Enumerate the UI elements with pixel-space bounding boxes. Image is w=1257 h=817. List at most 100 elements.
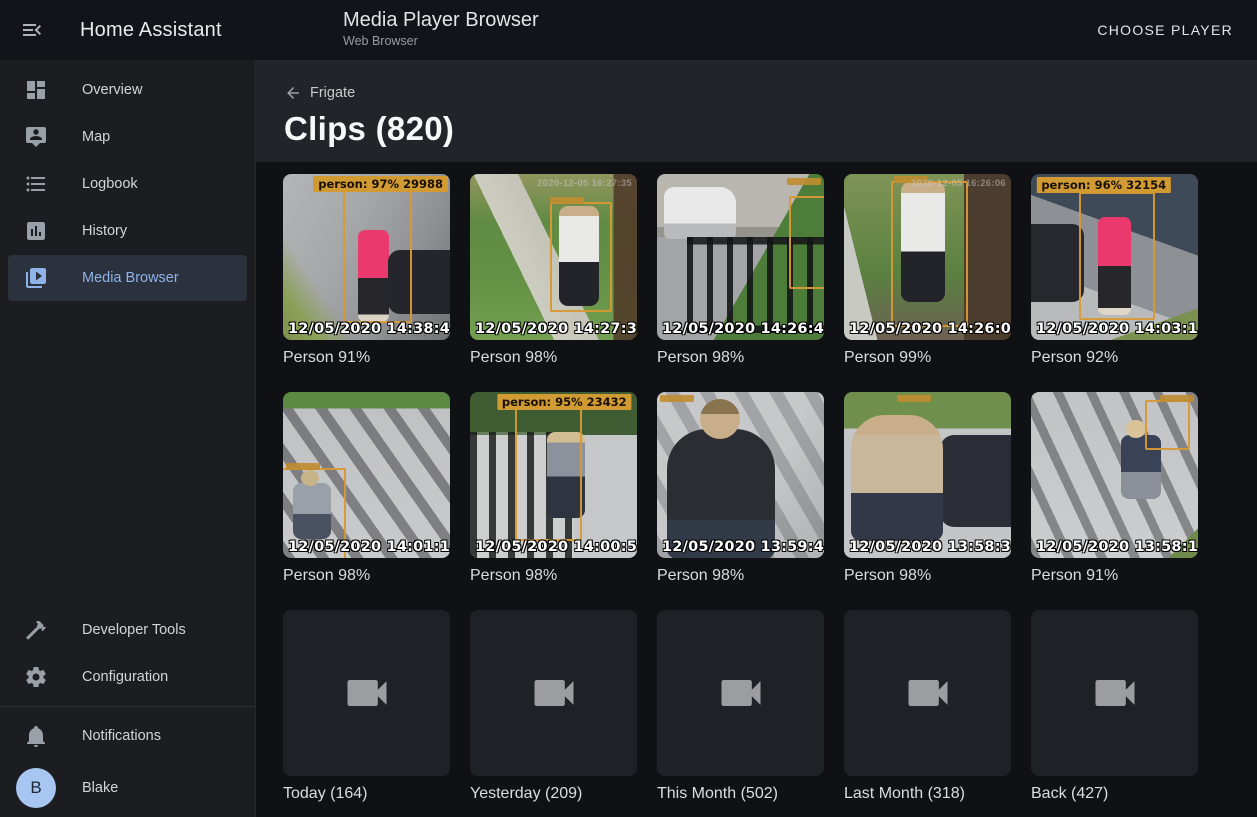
avatar: B [16,768,56,808]
sidebar-item-label: Notifications [82,728,161,744]
video-camera-icon [902,667,954,719]
folder-label: Back (427) [1031,785,1198,803]
clip-tile[interactable]: person: 96% 32154 12/05/2020 14:03:17 Pe… [1031,174,1198,367]
page-title: Clips (820) [284,110,1229,148]
clip-thumbnail: 2020-12-05 16:27:35 12/05/2020 14:27:35 [470,174,637,340]
folder-tile-back[interactable]: Back (427) [1031,610,1198,803]
user-name: Blake [82,780,118,796]
clip-thumbnail: person: 97% 29988 12/05/2020 14:38:47 [283,174,450,340]
clip-tile[interactable]: 2020-12-05 16:27:35 12/05/2020 14:27:35 … [470,174,637,367]
folder-tile-last-month[interactable]: Last Month (318) [844,610,1011,803]
clip-label: Person 98% [844,567,1011,585]
detection-bounding-box [550,202,612,312]
clip-thumbnail: person: 96% 32154 12/05/2020 14:03:17 [1031,174,1198,340]
clip-timestamp-overlay: 12/05/2020 14:26:48 [662,321,824,337]
detection-label-chip [286,463,320,470]
camera-timestamp: 2020-12-05 16:27:35 [537,178,632,189]
sidebar-item-history[interactable]: History [8,208,247,254]
sidebar-item-label: Overview [82,82,142,98]
detection-label-chip [787,178,821,185]
clip-label: Person 98% [470,349,637,367]
clip-label: Person 98% [470,567,637,585]
folder-thumbnail [283,610,450,776]
clip-thumbnail: 12/05/2020 13:58:17 [1031,392,1198,558]
choose-player-button[interactable]: CHOOSE PLAYER [1089,0,1241,60]
sidebar-item-developer-tools[interactable]: Developer Tools [8,607,247,653]
clip-tile[interactable]: 12/05/2020 14:26:48 Person 98% [657,174,824,367]
sidebar-item-media-browser[interactable]: Media Browser [8,255,247,301]
clip-label: Person 91% [1031,567,1198,585]
sidebar-footer: Developer Tools Configuration Notificati… [0,606,255,817]
clip-timestamp-overlay: 12/05/2020 14:38:47 [288,321,450,337]
app-title: Home Assistant [80,19,222,42]
sidebar-item-label: Media Browser [82,270,179,286]
panel-subtitle: Web Browser [343,34,539,48]
detection-label-chip [897,395,931,402]
arrow-left-icon [284,84,302,102]
clip-thumbnail: 12/05/2020 14:26:48 [657,174,824,340]
clip-thumbnail: 12/05/2020 13:59:49 [657,392,824,558]
detection-label-chip: person: 96% 32154 [1036,177,1171,193]
clip-tile[interactable]: 2020-12-05 16:26:06 12/05/2020 14:26:07 … [844,174,1011,367]
sidebar-item-notifications[interactable]: Notifications [8,713,247,759]
sidebar-item-map[interactable]: Map [8,114,247,160]
detection-label-chip [660,395,694,402]
clips-grid: person: 97% 29988 12/05/2020 14:38:47 Pe… [256,162,1257,817]
clip-thumbnail: 12/05/2020 13:58:30 [844,392,1011,558]
sidebar-item-label: Logbook [82,176,138,192]
clip-timestamp-overlay: 12/05/2020 14:26:07 [849,321,1011,337]
video-camera-icon [1089,667,1141,719]
clip-label: Person 98% [657,567,824,585]
folder-tile-today[interactable]: Today (164) [283,610,450,803]
play-box-multiple-icon [24,266,48,290]
view-dashboard-icon [24,78,48,102]
menu-open-icon[interactable] [20,18,44,42]
clip-label: Person 98% [657,349,824,367]
clip-label: Person 99% [844,349,1011,367]
app-header: Home Assistant Media Player Browser Web … [0,0,1257,60]
cog-icon [24,665,48,689]
detection-label-chip: person: 97% 29988 [313,176,448,192]
video-camera-icon [528,667,580,719]
clip-tile[interactable]: person: 97% 29988 12/05/2020 14:38:47 Pe… [283,174,450,367]
folder-tile-this-month[interactable]: This Month (502) [657,610,824,803]
folder-tile-yesterday[interactable]: Yesterday (209) [470,610,637,803]
folder-thumbnail [844,610,1011,776]
format-list-bulleted-icon [24,172,48,196]
clip-label: Person 91% [283,349,450,367]
folder-thumbnail [1031,610,1198,776]
clip-tile[interactable]: 12/05/2020 14:01:14 Person 98% [283,392,450,585]
sidebar-item-label: History [82,223,127,239]
sidebar-item-user[interactable]: B Blake [8,760,247,816]
sidebar-item-overview[interactable]: Overview [8,67,247,113]
tooltip-account-icon [24,125,48,149]
sidebar-item-configuration[interactable]: Configuration [8,654,247,700]
clip-tile[interactable]: 12/05/2020 13:59:49 Person 98% [657,392,824,585]
folder-label: Last Month (318) [844,785,1011,803]
clip-tile[interactable]: 12/05/2020 13:58:17 Person 91% [1031,392,1198,585]
detection-label-chip [550,197,584,204]
clip-thumbnail: 12/05/2020 14:01:14 [283,392,450,558]
detection-bounding-box [515,405,582,541]
folder-label: This Month (502) [657,785,824,803]
bell-icon [24,724,48,748]
sidebar-nav: Overview Map Logbook History Media Brows… [0,60,255,302]
content-header: Frigate Clips (820) [256,60,1257,162]
clip-timestamp-overlay: 12/05/2020 13:59:49 [662,539,824,555]
breadcrumb-back[interactable]: Frigate [284,84,355,102]
folder-thumbnail [657,610,824,776]
clip-timestamp-overlay: 12/05/2020 14:01:14 [288,539,450,555]
folder-thumbnail [470,610,637,776]
sidebar-item-logbook[interactable]: Logbook [8,161,247,207]
folder-label: Today (164) [283,785,450,803]
chart-box-icon [24,219,48,243]
video-camera-icon [341,667,393,719]
detection-bounding-box [1079,192,1154,320]
clip-label: Person 98% [283,567,450,585]
sidebar-item-label: Map [82,129,110,145]
detection-label-chip [1160,395,1194,402]
clip-timestamp-overlay: 12/05/2020 14:03:17 [1036,321,1198,337]
clip-tile[interactable]: person: 95% 23432 12/05/2020 14:00:52 Pe… [470,392,637,585]
camera-timestamp: 2020-12-05 16:26:06 [911,178,1006,189]
clip-tile[interactable]: 12/05/2020 13:58:30 Person 98% [844,392,1011,585]
